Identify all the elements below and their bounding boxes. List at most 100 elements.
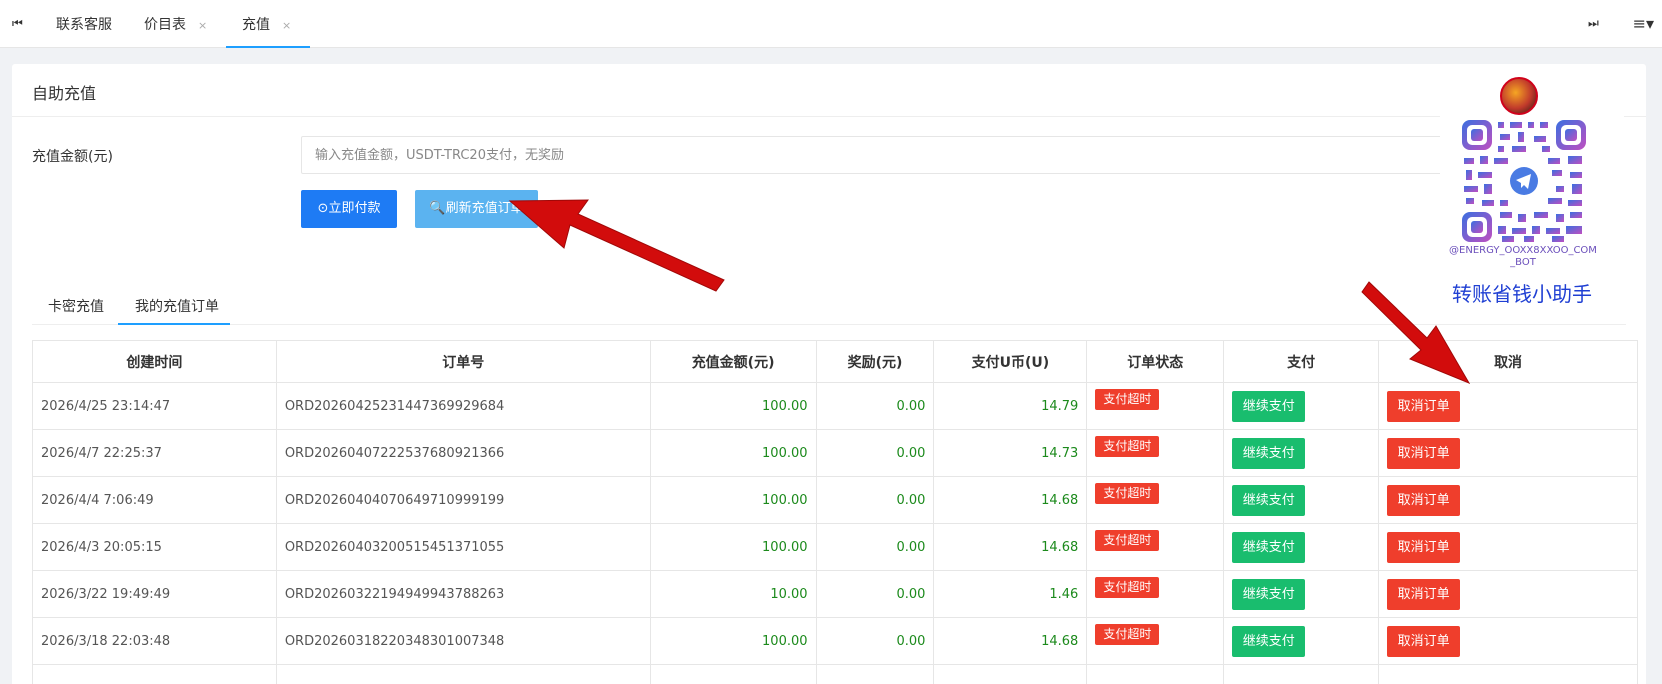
tab-prev-icon[interactable]: ⏮ <box>12 16 23 31</box>
status-badge: 支付超时 <box>1095 576 1160 598</box>
reward-amount: 0.00 <box>815 382 935 430</box>
status-badge: 支付超时 <box>1095 435 1160 457</box>
usdt-amount: 14.79 <box>933 382 1088 430</box>
column-header: 创建时间 <box>32 340 277 383</box>
empty-cell <box>1223 664 1380 684</box>
continue-pay-button[interactable]: 继续支付 <box>1232 578 1306 610</box>
status-badge: 支付超时 <box>1095 529 1160 551</box>
status-badge: 支付超时 <box>1095 623 1160 645</box>
order-number: ORD20260407222537680921366 <box>275 429 651 477</box>
orders-table: 创建时间 订单号 充值金额(元) 奖励(元) 支付U币(U) 订单状态 支付 取… <box>32 340 1638 684</box>
created-time: 2026/4/25 23:14:47 <box>32 382 277 430</box>
divider <box>12 116 1646 117</box>
order-number: ORD20260425231447369929684 <box>275 382 651 430</box>
continue-pay-button[interactable]: 继续支付 <box>1232 390 1306 422</box>
empty-cell <box>275 664 651 684</box>
cancel-cell: 取消订单 <box>1378 476 1638 524</box>
cancel-order-button[interactable]: 取消订单 <box>1387 625 1461 657</box>
reward-amount: 0.00 <box>815 476 935 524</box>
cancel-cell: 取消订单 <box>1378 429 1638 477</box>
recharge-amount: 100.00 <box>649 617 817 665</box>
table-row: 2026/3/22 19:49:49 ORD202603221949499437… <box>32 570 1638 618</box>
menu-icon[interactable]: ≡▾ <box>1633 14 1654 33</box>
cancel-order-button[interactable]: 取消订单 <box>1387 437 1461 469</box>
empty-cell <box>649 664 817 684</box>
status-cell: 支付超时 <box>1086 570 1225 618</box>
created-time: 2026/4/4 7:06:49 <box>32 476 277 524</box>
pay-cell: 继续支付 <box>1223 617 1380 665</box>
status-cell: 支付超时 <box>1086 617 1225 665</box>
column-header: 充值金额(元) <box>649 340 817 383</box>
refresh-orders-button[interactable]: 🔍刷新充值订单 <box>415 190 538 228</box>
subtab-divider <box>32 324 1626 325</box>
reward-amount: 0.00 <box>815 570 935 618</box>
table-row: 2026/4/25 23:14:47 ORD202604252314473699… <box>32 382 1638 430</box>
table-header-row: 创建时间 订单号 充值金额(元) 奖励(元) 支付U币(U) 订单状态 支付 取… <box>32 340 1638 383</box>
usdt-amount: 14.68 <box>933 476 1088 524</box>
pay-cell: 继续支付 <box>1223 570 1380 618</box>
status-cell: 支付超时 <box>1086 429 1225 477</box>
usdt-amount: 1.46 <box>933 570 1088 618</box>
pay-cell: 继续支付 <box>1223 523 1380 571</box>
cancel-cell: 取消订单 <box>1378 523 1638 571</box>
usdt-amount: 14.68 <box>933 523 1088 571</box>
tab-customer-service[interactable]: 联系客服 <box>56 0 112 48</box>
amount-label: 充值金额(元) <box>32 149 113 165</box>
table-row: 2026/4/3 20:05:15 ORD2026040320051545137… <box>32 523 1638 571</box>
status-badge: 支付超时 <box>1095 482 1160 504</box>
table-row: 2026/4/4 7:06:49 ORD20260404070649710999… <box>32 476 1638 524</box>
cancel-order-button[interactable]: 取消订单 <box>1387 484 1461 516</box>
cancel-order-button[interactable]: 取消订单 <box>1387 531 1461 563</box>
column-header: 取消 <box>1378 340 1638 383</box>
cancel-cell: 取消订单 <box>1378 617 1638 665</box>
tab-recharge[interactable]: 充值 × <box>242 0 291 48</box>
tab-price-list[interactable]: 价目表 × <box>144 0 207 48</box>
empty-cell <box>1378 664 1638 684</box>
column-header: 支付 <box>1223 340 1380 383</box>
pay-now-button[interactable]: ⊙立即付款 <box>301 190 397 228</box>
amount-input[interactable] <box>301 136 1619 174</box>
cancel-order-button[interactable]: 取消订单 <box>1387 578 1461 610</box>
tab-next-icon[interactable]: ⏭ <box>1588 16 1599 31</box>
reward-amount: 0.00 <box>815 523 935 571</box>
order-number: ORD20260322194949943788263 <box>275 570 651 618</box>
cancel-order-button[interactable]: 取消订单 <box>1387 390 1461 422</box>
avatar <box>1500 77 1538 115</box>
empty-cell <box>1086 664 1225 684</box>
page-title: 自助充值 <box>32 84 97 103</box>
qr-code <box>1462 120 1586 242</box>
pay-cell: 继续支付 <box>1223 476 1380 524</box>
close-icon[interactable]: × <box>198 19 207 32</box>
continue-pay-button[interactable]: 继续支付 <box>1232 531 1306 563</box>
pay-cell: 继续支付 <box>1223 429 1380 477</box>
reward-amount: 0.00 <box>815 429 935 477</box>
recharge-amount: 100.00 <box>649 429 817 477</box>
column-header: 奖励(元) <box>815 340 935 383</box>
continue-pay-button[interactable]: 继续支付 <box>1232 625 1306 657</box>
tab-label: 价目表 <box>144 17 186 33</box>
continue-pay-button[interactable]: 继续支付 <box>1232 484 1306 516</box>
recharge-amount: 10.00 <box>649 570 817 618</box>
active-subtab-indicator <box>118 323 230 325</box>
column-header: 订单号 <box>275 340 651 383</box>
promo-handle: @ENERGY_OOXX8XXOO_COM_BOT <box>1449 245 1597 268</box>
cancel-cell: 取消订单 <box>1378 382 1638 430</box>
tab-my-orders[interactable]: 我的充值订单 <box>135 296 219 316</box>
status-cell: 支付超时 <box>1086 382 1225 430</box>
order-number: ORD20260318220348301007348 <box>275 617 651 665</box>
tab-label: 充值 <box>242 17 270 33</box>
recharge-amount: 100.00 <box>649 523 817 571</box>
status-cell: 支付超时 <box>1086 523 1225 571</box>
order-number: ORD20260404070649710999199 <box>275 476 651 524</box>
tab-card-recharge[interactable]: 卡密充值 <box>48 296 104 316</box>
usdt-amount: 14.68 <box>933 617 1088 665</box>
order-number: ORD20260403200515451371055 <box>275 523 651 571</box>
top-tab-bar: ⏮ 联系客服 价目表 × 充值 × ⏭ ≡▾ <box>0 0 1662 48</box>
close-icon[interactable]: × <box>282 19 291 32</box>
continue-pay-button[interactable]: 继续支付 <box>1232 437 1306 469</box>
created-time: 2026/4/7 22:25:37 <box>32 429 277 477</box>
empty-cell <box>933 664 1088 684</box>
cancel-cell: 取消订单 <box>1378 570 1638 618</box>
recharge-amount: 100.00 <box>649 476 817 524</box>
empty-cell <box>32 664 277 684</box>
